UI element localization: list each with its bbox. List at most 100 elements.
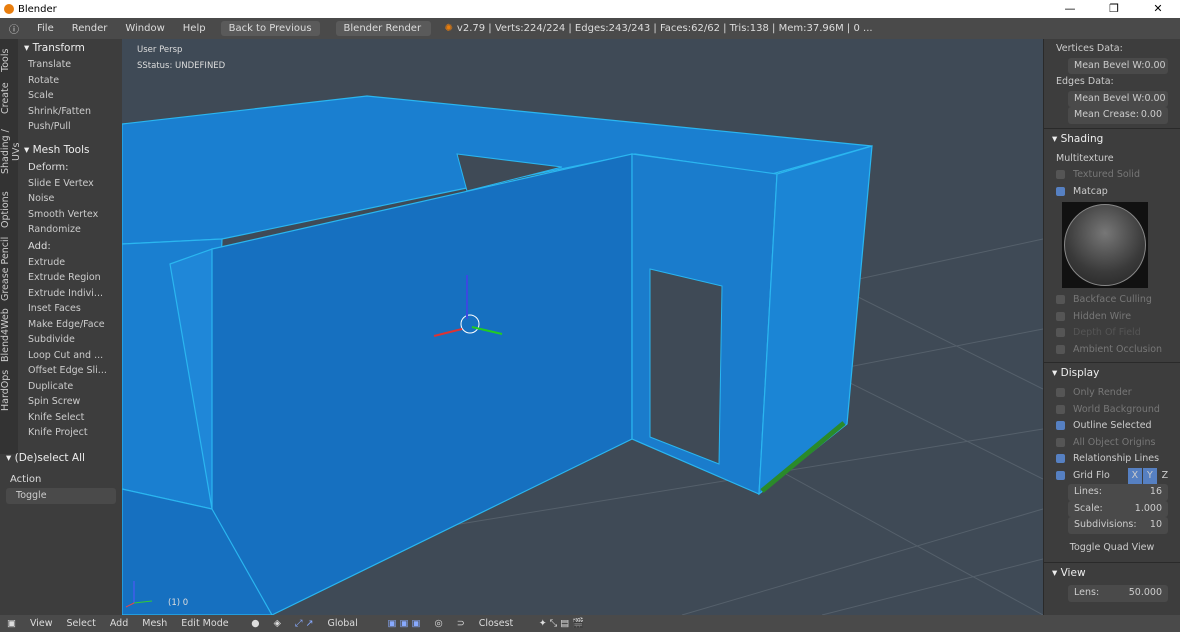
grid-subdivisions-field[interactable]: Subdivisions: 10 — [1068, 517, 1168, 534]
action-select[interactable]: Toggle — [6, 488, 116, 504]
tool-button[interactable]: Scale — [18, 88, 122, 104]
tool-button[interactable]: Duplicate — [18, 379, 122, 395]
back-to-previous-button[interactable]: Back to Previous — [220, 21, 320, 36]
mode-select[interactable]: Edit Mode — [174, 618, 244, 629]
tool-button[interactable]: Translate — [18, 57, 122, 73]
depth-of-field-checkbox[interactable]: Depth Of Field — [1044, 325, 1180, 342]
minimize-button[interactable]: — — [1048, 0, 1092, 18]
grid-floor-checkbox[interactable]: Grid Flo XYZ — [1044, 467, 1180, 485]
mesh-tools-panel-header[interactable]: ▾ Mesh Tools — [18, 141, 122, 159]
proportional-icon[interactable]: ◎ — [427, 618, 449, 629]
matcap-preview[interactable] — [1062, 202, 1148, 288]
info-editor-icon[interactable]: ⓘ — [0, 21, 28, 36]
deform-label: Deform: — [28, 161, 69, 173]
grid-scale-field[interactable]: Scale: 1.000 — [1068, 500, 1168, 517]
tab-options[interactable]: Options — [0, 189, 18, 231]
render-engine-select[interactable]: Blender Render — [335, 21, 431, 36]
checkbox-label: Textured Solid — [1073, 169, 1140, 180]
tool-button[interactable]: Inset Faces — [18, 301, 122, 317]
ambient-occlusion-checkbox[interactable]: Ambient Occlusion — [1044, 342, 1180, 359]
tool-button[interactable]: Extrude Region — [18, 270, 122, 286]
tool-button[interactable]: Knife Project — [18, 425, 122, 441]
manipulator-icon[interactable]: ⤢ ↗ — [288, 618, 321, 629]
grid-lines-field[interactable]: Lines: 16 — [1068, 484, 1168, 501]
3d-viewport[interactable]: User Persp SStatus: UNDEFINED (1) 0 — [122, 39, 1043, 615]
field-value: 1.000 — [1134, 502, 1162, 514]
textured-solid-checkbox[interactable]: Textured Solid — [1044, 167, 1180, 184]
menu-select[interactable]: Select — [60, 618, 103, 629]
mean-bevel-vertex-field[interactable]: Mean Bevel W: 0.00 — [1068, 57, 1168, 74]
tool-button[interactable]: Extrude — [18, 255, 122, 271]
tool-button[interactable]: Spin Screw — [18, 394, 122, 410]
all-object-origins-checkbox[interactable]: All Object Origins — [1044, 435, 1180, 452]
tool-button[interactable]: Rotate — [18, 73, 122, 89]
tool-button[interactable]: Smooth Vertex — [18, 207, 122, 223]
checkbox-label: Depth Of Field — [1073, 327, 1141, 338]
orientation-select[interactable]: Global — [320, 618, 380, 629]
world-background-checkbox[interactable]: World Background — [1044, 402, 1180, 419]
tool-button[interactable]: Shrink/Fatten — [18, 104, 122, 120]
mean-crease-field[interactable]: Mean Crease: 0.00 — [1068, 107, 1168, 124]
outline-selected-checkbox[interactable]: Outline Selected — [1044, 418, 1180, 435]
axis-y-toggle[interactable]: Y — [1142, 467, 1157, 484]
matcap-checkbox[interactable]: Matcap — [1044, 184, 1180, 201]
axis-z-toggle[interactable]: Z — [1158, 468, 1172, 485]
menu-add[interactable]: Add — [103, 618, 135, 629]
add-label: Add: — [28, 240, 51, 252]
axis-x-toggle[interactable]: X — [1127, 467, 1142, 484]
shading-panel-header[interactable]: ▾ Shading — [1044, 127, 1180, 148]
field-label: Scale: — [1074, 502, 1103, 514]
menu-file[interactable]: File — [28, 23, 63, 34]
shading-mode-select[interactable]: Multitexture — [1044, 151, 1180, 168]
action-label: Action — [10, 474, 42, 485]
mean-bevel-edge-field[interactable]: Mean Bevel W: 0.00 — [1068, 90, 1168, 107]
tool-button[interactable]: Subdivide — [18, 332, 122, 348]
editor-type-icon[interactable]: ▣ — [0, 618, 23, 629]
tool-button[interactable]: Offset Edge Sli... — [18, 363, 122, 379]
tab-grease-pencil[interactable]: Grease Pencil — [0, 235, 18, 303]
tool-button[interactable]: Randomize — [18, 222, 122, 238]
tool-button[interactable]: Loop Cut and ... — [18, 348, 122, 364]
field-value: 0.00 — [1144, 59, 1166, 71]
menu-help[interactable]: Help — [174, 23, 215, 34]
close-button[interactable]: ✕ — [1136, 0, 1180, 18]
pivot-icon[interactable]: ◈ — [267, 618, 288, 629]
field-value: 10 — [1149, 519, 1162, 530]
menu-render[interactable]: Render — [63, 23, 117, 34]
operator-panel-header[interactable]: ▾ (De)select All — [0, 449, 122, 467]
lens-field[interactable]: Lens: 50.000 — [1068, 585, 1168, 602]
shading-icon[interactable]: ● — [244, 618, 266, 629]
view-panel-header[interactable]: ▾ View — [1044, 562, 1180, 582]
select-mode-icons[interactable]: ▣ ▣ ▣ — [380, 618, 427, 629]
toggle-quad-view-button[interactable]: Toggle Quad View — [1044, 540, 1180, 557]
tab-shading-uvs[interactable]: Shading / UVs — [0, 119, 22, 185]
render-icons[interactable]: ✦ ⤡ ▤ 🎬 — [532, 618, 591, 629]
tool-button[interactable]: Noise — [18, 191, 122, 207]
tool-button[interactable]: Extrude Indivi... — [18, 286, 122, 302]
only-render-checkbox[interactable]: Only Render — [1044, 385, 1180, 402]
snap-icon[interactable]: ⊃ — [450, 618, 472, 629]
title-bar: Blender — ❐ ✕ — [0, 0, 1180, 18]
snap-target-select[interactable]: Closest — [472, 618, 532, 629]
menu-window[interactable]: Window — [116, 23, 173, 34]
panel-title: Display — [1060, 367, 1100, 379]
field-label: Mean Bevel W: — [1074, 59, 1145, 71]
tool-button[interactable]: Knife Select — [18, 410, 122, 426]
transform-panel-header[interactable]: ▾ Transform — [18, 39, 122, 57]
tool-button[interactable]: Make Edge/Face — [18, 317, 122, 333]
tool-button[interactable]: Push/Pull — [18, 119, 122, 135]
tab-create[interactable]: Create — [0, 79, 18, 117]
relationship-lines-checkbox[interactable]: Relationship Lines — [1044, 451, 1180, 468]
maximize-button[interactable]: ❐ — [1092, 0, 1136, 18]
field-label: Mean Crease: — [1074, 109, 1139, 120]
tab-blend4web[interactable]: Blend4Web — [0, 307, 18, 363]
tab-tools[interactable]: Tools — [0, 43, 18, 77]
hidden-wire-checkbox[interactable]: Hidden Wire — [1044, 309, 1180, 326]
backface-culling-checkbox[interactable]: Backface Culling — [1044, 292, 1180, 309]
tab-hardops[interactable]: HardOps — [0, 367, 18, 413]
display-panel-header[interactable]: ▾ Display — [1044, 362, 1180, 382]
tool-shelf: Tools Create Shading / UVs Options Greas… — [0, 39, 122, 615]
menu-view[interactable]: View — [23, 618, 60, 629]
tool-button[interactable]: Slide E Vertex — [18, 176, 122, 192]
menu-mesh[interactable]: Mesh — [135, 618, 174, 629]
